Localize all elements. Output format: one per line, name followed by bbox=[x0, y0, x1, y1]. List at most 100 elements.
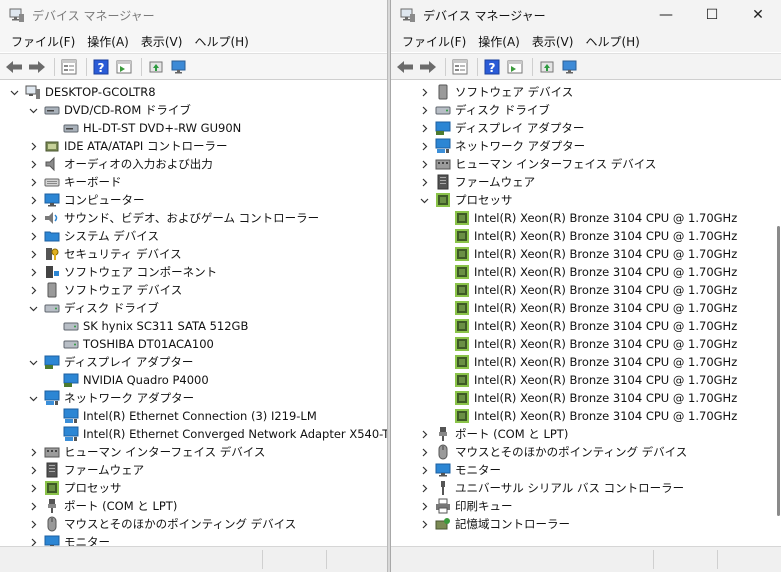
chevron-right-icon[interactable] bbox=[418, 173, 430, 191]
chevron-right-icon[interactable] bbox=[418, 101, 430, 119]
tree-node[interactable]: ヒューマン インターフェイス デバイス bbox=[0, 443, 387, 461]
tree-node[interactable]: DVD/CD-ROM ドライブ bbox=[0, 101, 387, 119]
tree-node[interactable]: SK hynix SC311 SATA 512GB bbox=[0, 317, 387, 335]
chevron-right-icon[interactable] bbox=[27, 245, 39, 263]
title-bar[interactable]: デバイス マネージャー — ☐ ✕ bbox=[391, 0, 781, 30]
chevron-right-icon[interactable] bbox=[27, 479, 39, 497]
tree-node[interactable]: Intel(R) Xeon(R) Bronze 3104 CPU @ 1.70G… bbox=[391, 245, 781, 263]
properties-icon[interactable] bbox=[450, 57, 470, 77]
maximize-button[interactable]: ☐ bbox=[689, 0, 735, 30]
chevron-down-icon[interactable] bbox=[8, 83, 20, 101]
tree-node[interactable]: Intel(R) Xeon(R) Bronze 3104 CPU @ 1.70G… bbox=[391, 263, 781, 281]
tree-node[interactable]: Intel(R) Xeon(R) Bronze 3104 CPU @ 1.70G… bbox=[391, 353, 781, 371]
chevron-down-icon[interactable] bbox=[27, 389, 39, 407]
minimize-button[interactable]: — bbox=[643, 0, 689, 30]
chevron-right-icon[interactable] bbox=[27, 227, 39, 245]
chevron-right-icon[interactable] bbox=[418, 443, 430, 461]
update-driver-icon[interactable] bbox=[537, 57, 557, 77]
tree-node[interactable]: ソフトウェア デバイス bbox=[391, 83, 781, 101]
tree-node[interactable]: キーボード bbox=[0, 173, 387, 191]
menu-view[interactable]: 表示(V) bbox=[527, 33, 579, 50]
tree-node[interactable]: プロセッサ bbox=[0, 479, 387, 497]
tree-node[interactable]: HL-DT-ST DVD+-RW GU90N bbox=[0, 119, 387, 137]
tree-node[interactable]: マウスとそのほかのポインティング デバイス bbox=[391, 443, 781, 461]
tree-node[interactable]: Intel(R) Xeon(R) Bronze 3104 CPU @ 1.70G… bbox=[391, 335, 781, 353]
tree-node[interactable]: モニター bbox=[0, 533, 387, 546]
tree-node[interactable]: プロセッサ bbox=[391, 191, 781, 209]
chevron-right-icon[interactable] bbox=[27, 173, 39, 191]
tree-node[interactable]: ファームウェア bbox=[0, 461, 387, 479]
tree-node[interactable]: NVIDIA Quadro P4000 bbox=[0, 371, 387, 389]
action-pane-icon[interactable] bbox=[114, 57, 134, 77]
tree-node[interactable]: Intel(R) Ethernet Converged Network Adap… bbox=[0, 425, 387, 443]
tree-node[interactable]: コンピューター bbox=[0, 191, 387, 209]
back-arrow-icon[interactable] bbox=[4, 57, 24, 77]
tree-node[interactable]: Intel(R) Xeon(R) Bronze 3104 CPU @ 1.70G… bbox=[391, 299, 781, 317]
tree-node[interactable]: 記憶域コントローラー bbox=[391, 515, 781, 533]
tree-node[interactable]: システム デバイス bbox=[0, 227, 387, 245]
tree-node[interactable]: マウスとそのほかのポインティング デバイス bbox=[0, 515, 387, 533]
chevron-right-icon[interactable] bbox=[27, 137, 39, 155]
tree-node[interactable]: Intel(R) Xeon(R) Bronze 3104 CPU @ 1.70G… bbox=[391, 227, 781, 245]
forward-arrow-icon[interactable] bbox=[418, 57, 438, 77]
vertical-scrollbar[interactable] bbox=[777, 226, 780, 516]
chevron-right-icon[interactable] bbox=[27, 281, 39, 299]
chevron-down-icon[interactable] bbox=[27, 353, 39, 371]
scan-hardware-icon[interactable] bbox=[169, 57, 189, 77]
tree-node[interactable]: DESKTOP-GCOLTR8 bbox=[0, 83, 387, 101]
chevron-right-icon[interactable] bbox=[418, 425, 430, 443]
tree-node[interactable]: 印刷キュー bbox=[391, 497, 781, 515]
chevron-right-icon[interactable] bbox=[418, 137, 430, 155]
chevron-right-icon[interactable] bbox=[27, 533, 39, 546]
properties-icon[interactable] bbox=[59, 57, 79, 77]
tree-node[interactable]: ポート (COM と LPT) bbox=[391, 425, 781, 443]
tree-node[interactable]: ディスプレイ アダプター bbox=[391, 119, 781, 137]
chevron-right-icon[interactable] bbox=[418, 515, 430, 533]
tree-node[interactable]: サウンド、ビデオ、およびゲーム コントローラー bbox=[0, 209, 387, 227]
chevron-right-icon[interactable] bbox=[418, 83, 430, 101]
tree-node[interactable]: ディスプレイ アダプター bbox=[0, 353, 387, 371]
tree-node[interactable]: IDE ATA/ATAPI コントローラー bbox=[0, 137, 387, 155]
chevron-right-icon[interactable] bbox=[418, 479, 430, 497]
chevron-right-icon[interactable] bbox=[27, 515, 39, 533]
chevron-right-icon[interactable] bbox=[27, 209, 39, 227]
title-bar[interactable]: デバイス マネージャー bbox=[0, 0, 387, 30]
back-arrow-icon[interactable] bbox=[395, 57, 415, 77]
tree-node[interactable]: Intel(R) Ethernet Connection (3) I219-LM bbox=[0, 407, 387, 425]
help-icon[interactable]: ? bbox=[482, 57, 502, 77]
menu-file[interactable]: ファイル(F) bbox=[6, 33, 80, 50]
tree-node[interactable]: オーディオの入力および出力 bbox=[0, 155, 387, 173]
menu-help[interactable]: ヘルプ(H) bbox=[580, 33, 644, 50]
tree-node[interactable]: モニター bbox=[391, 461, 781, 479]
tree-node[interactable]: Intel(R) Xeon(R) Bronze 3104 CPU @ 1.70G… bbox=[391, 317, 781, 335]
chevron-right-icon[interactable] bbox=[418, 119, 430, 137]
chevron-down-icon[interactable] bbox=[27, 101, 39, 119]
chevron-right-icon[interactable] bbox=[27, 263, 39, 281]
tree-node[interactable]: Intel(R) Xeon(R) Bronze 3104 CPU @ 1.70G… bbox=[391, 371, 781, 389]
chevron-right-icon[interactable] bbox=[418, 155, 430, 173]
tree-node[interactable]: ユニバーサル シリアル バス コントローラー bbox=[391, 479, 781, 497]
tree-node[interactable]: ソフトウェア コンポーネント bbox=[0, 263, 387, 281]
menu-file[interactable]: ファイル(F) bbox=[397, 33, 471, 50]
tree-node[interactable]: ネットワーク アダプター bbox=[0, 389, 387, 407]
chevron-right-icon[interactable] bbox=[418, 497, 430, 515]
chevron-right-icon[interactable] bbox=[27, 155, 39, 173]
chevron-right-icon[interactable] bbox=[27, 497, 39, 515]
action-pane-icon[interactable] bbox=[505, 57, 525, 77]
tree-node[interactable]: ポート (COM と LPT) bbox=[0, 497, 387, 515]
menu-action[interactable]: 操作(A) bbox=[473, 33, 525, 50]
tree-node[interactable]: ヒューマン インターフェイス デバイス bbox=[391, 155, 781, 173]
tree-node[interactable]: ソフトウェア デバイス bbox=[0, 281, 387, 299]
chevron-right-icon[interactable] bbox=[27, 191, 39, 209]
tree-node[interactable]: ディスク ドライブ bbox=[391, 101, 781, 119]
forward-arrow-icon[interactable] bbox=[27, 57, 47, 77]
tree-node[interactable]: ディスク ドライブ bbox=[0, 299, 387, 317]
menu-action[interactable]: 操作(A) bbox=[82, 33, 134, 50]
tree-node[interactable]: Intel(R) Xeon(R) Bronze 3104 CPU @ 1.70G… bbox=[391, 209, 781, 227]
chevron-right-icon[interactable] bbox=[27, 443, 39, 461]
tree-node[interactable]: ファームウェア bbox=[391, 173, 781, 191]
chevron-right-icon[interactable] bbox=[418, 461, 430, 479]
chevron-right-icon[interactable] bbox=[27, 461, 39, 479]
chevron-down-icon[interactable] bbox=[418, 191, 430, 209]
chevron-down-icon[interactable] bbox=[27, 299, 39, 317]
